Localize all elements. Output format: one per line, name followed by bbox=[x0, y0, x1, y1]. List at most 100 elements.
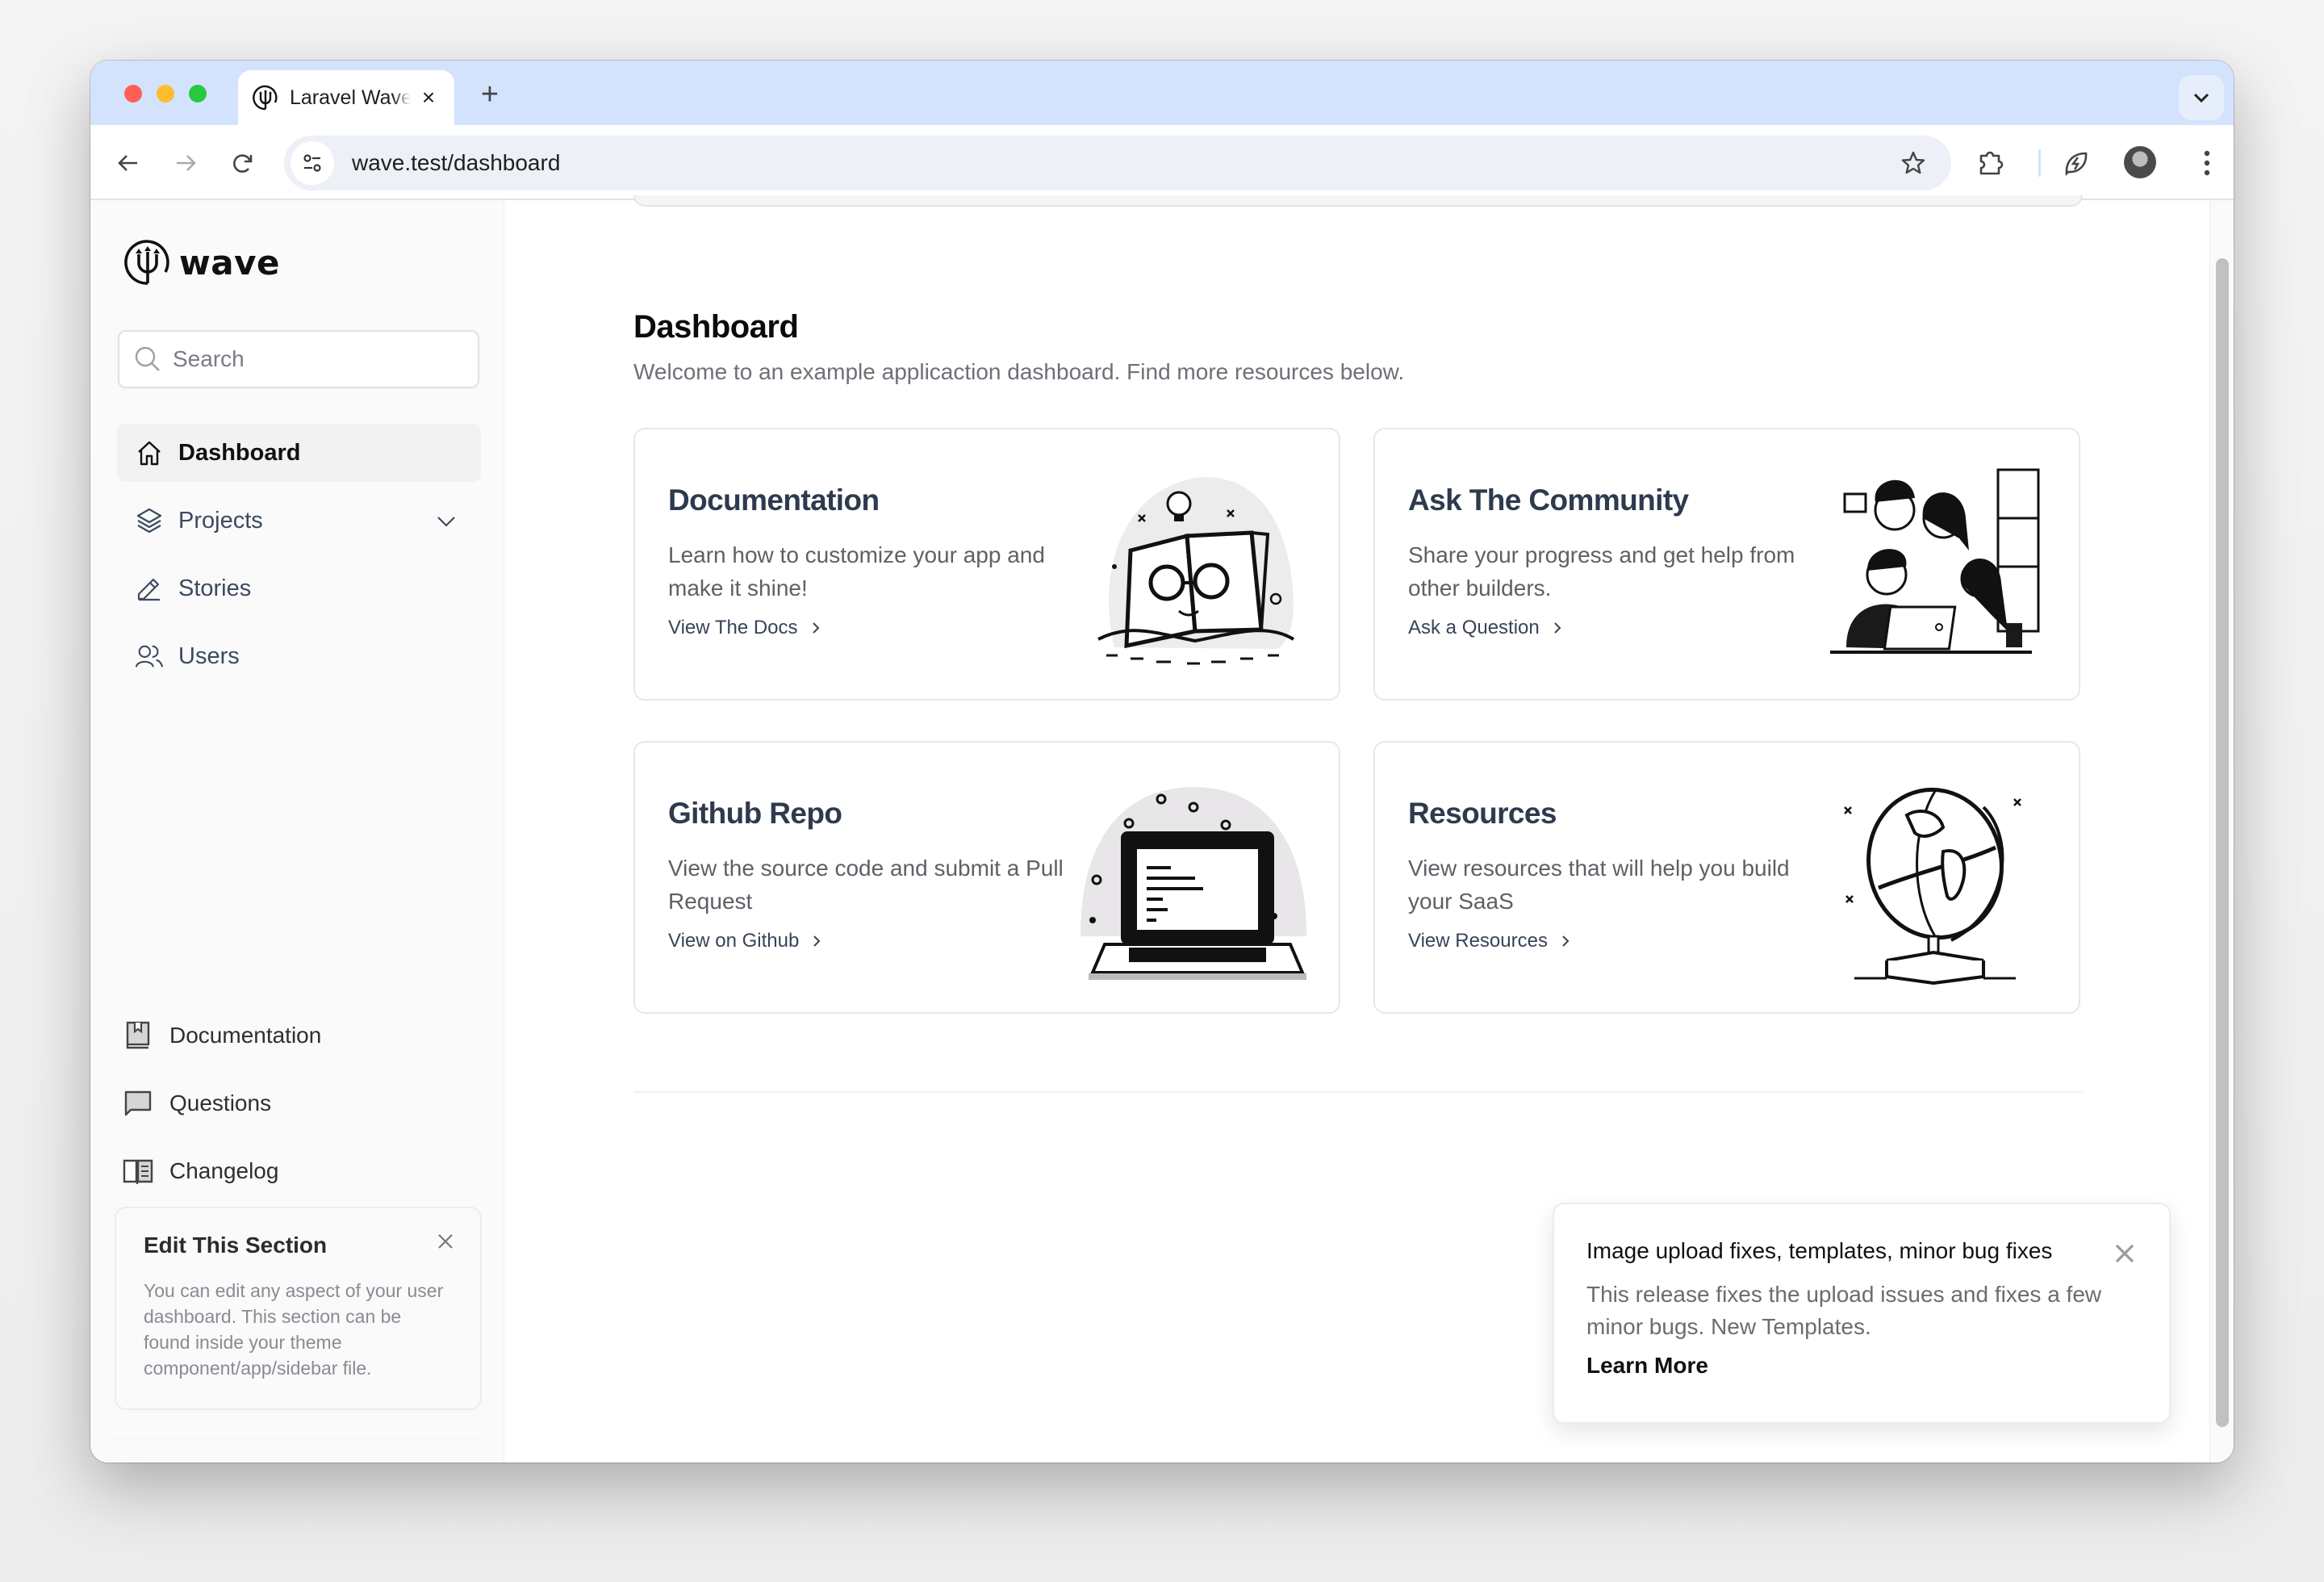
wave-trident-icon bbox=[253, 85, 278, 111]
open-book-icon bbox=[123, 1156, 153, 1186]
card-description: View the source code and submit a Pull R… bbox=[668, 856, 1064, 914]
wave-trident-icon bbox=[124, 240, 169, 285]
extension-button[interactable] bbox=[2058, 144, 2095, 182]
page-title: Dashboard bbox=[633, 309, 799, 345]
tab-close-icon[interactable]: × bbox=[417, 86, 440, 109]
minimize-window-button[interactable] bbox=[157, 85, 174, 103]
browser-window: Laravel Wave - The Software as a Service… bbox=[90, 61, 2234, 1463]
book-bookmark-icon bbox=[123, 1020, 153, 1051]
sidebar-link-label: Changelog bbox=[169, 1158, 279, 1183]
home-icon bbox=[135, 438, 164, 467]
sidebar-item-projects[interactable]: Projects bbox=[117, 492, 481, 550]
card-link-label: Ask a Question bbox=[1408, 617, 1540, 638]
search-icon bbox=[135, 346, 160, 371]
users-icon bbox=[135, 642, 164, 671]
browser-menu-button[interactable] bbox=[2188, 144, 2226, 182]
edit-section-title: Edit This Section bbox=[144, 1233, 328, 1258]
laptop-code-illustration bbox=[1080, 787, 1306, 980]
extensions-button[interactable] bbox=[1972, 144, 2009, 182]
sidebar-link-label: Documentation bbox=[169, 1023, 322, 1048]
browser-toolbar: wave.test/dashboard bbox=[90, 125, 2234, 200]
card-description: Learn how to customize your app and make… bbox=[668, 542, 1045, 601]
reload-button[interactable] bbox=[224, 144, 261, 182]
card-description: Share your progress and get help from ot… bbox=[1408, 542, 1795, 601]
chevron-right-icon bbox=[1562, 935, 1570, 947]
sidebar-item-users[interactable]: Users bbox=[117, 627, 481, 685]
card-description: View resources that will help you build … bbox=[1408, 856, 1790, 914]
user-menu[interactable]: Wave Admin bbox=[123, 1462, 478, 1463]
sidebar-item-label: Stories bbox=[178, 575, 252, 601]
card-link[interactable]: View The Docs bbox=[668, 617, 824, 639]
search-field[interactable] bbox=[118, 330, 479, 388]
sidebar-item-label: Users bbox=[178, 642, 240, 669]
card-link[interactable]: View on Github bbox=[668, 930, 825, 952]
reload-icon bbox=[233, 154, 253, 173]
sidebar-item-label: Projects bbox=[178, 507, 263, 534]
tab-strip: Laravel Wave - The Software as a Service… bbox=[90, 61, 2234, 125]
chevron-right-icon bbox=[812, 622, 819, 634]
chevron-right-icon bbox=[813, 935, 821, 947]
arrow-right-icon bbox=[177, 155, 196, 171]
layers-icon bbox=[135, 506, 164, 535]
card-title: Resources bbox=[1408, 797, 1557, 830]
logo[interactable]: wave bbox=[124, 239, 280, 286]
avatar[interactable] bbox=[2124, 146, 2156, 178]
star-icon bbox=[1901, 151, 1925, 174]
sidebar-link-documentation[interactable]: Documentation bbox=[123, 1011, 478, 1060]
scrollbar[interactable] bbox=[2209, 200, 2234, 1463]
card-link[interactable]: View Resources bbox=[1408, 930, 1574, 952]
url-text[interactable]: wave.test/dashboard bbox=[352, 150, 1893, 176]
sidebar-item-dashboard[interactable]: Dashboard bbox=[117, 424, 481, 482]
sidebar: wave Dashboard Projects bbox=[90, 200, 504, 1463]
card-title: Github Repo bbox=[668, 797, 842, 830]
globe-illustration bbox=[1844, 787, 2021, 985]
card-title: Documentation bbox=[668, 483, 880, 517]
bookmark-button[interactable] bbox=[1893, 143, 1933, 183]
toolbar-separator bbox=[2038, 149, 2041, 177]
edit-section-card: Edit This Section You can edit any aspec… bbox=[115, 1207, 482, 1410]
back-button[interactable] bbox=[110, 144, 147, 182]
toast-body: This release fixes the upload issues and… bbox=[1586, 1282, 2102, 1339]
puzzle-icon bbox=[1979, 151, 2004, 175]
edit-section-body: You can edit any aspect of your user das… bbox=[144, 1280, 444, 1379]
tab-search-button[interactable] bbox=[2179, 75, 2224, 120]
sidebar-item-label: Dashboard bbox=[178, 439, 301, 466]
card-documentation[interactable]: Documentation Learn how to customize you… bbox=[633, 428, 1340, 701]
card-link-label: View The Docs bbox=[668, 617, 798, 638]
card-github-repo[interactable]: Github Repo View the source code and sub… bbox=[633, 741, 1340, 1014]
learn-more-link[interactable]: Learn More bbox=[1586, 1353, 1708, 1379]
book-with-glasses-illustration bbox=[1097, 477, 1295, 665]
page-subtitle: Welcome to an example applicaction dashb… bbox=[633, 359, 1405, 384]
address-bar[interactable]: wave.test/dashboard bbox=[284, 136, 1951, 190]
leaf-bolt-icon bbox=[2065, 152, 2088, 176]
tab-title: Laravel Wave - The Software as a Service… bbox=[290, 86, 411, 109]
chevron-right-icon bbox=[1554, 622, 1561, 634]
search-input[interactable] bbox=[173, 346, 463, 372]
toast-title: Image upload fixes, templates, minor bug… bbox=[1586, 1238, 2053, 1263]
chevron-down-icon bbox=[2193, 93, 2209, 103]
scrollbar-thumb[interactable] bbox=[2216, 258, 2229, 1427]
arrow-left-icon bbox=[118, 155, 137, 171]
browser-tab[interactable]: Laravel Wave - The Software as a Service… bbox=[238, 70, 454, 125]
sidebar-link-questions[interactable]: Questions bbox=[123, 1079, 478, 1128]
card-ask-the-community[interactable]: Ask The Community Share your progress an… bbox=[1373, 428, 2080, 701]
sidebar-item-stories[interactable]: Stories bbox=[117, 559, 481, 617]
forward-button[interactable] bbox=[167, 144, 204, 182]
chevron-down-icon[interactable] bbox=[434, 509, 458, 534]
card-link[interactable]: Ask a Question bbox=[1408, 617, 1565, 639]
content-divider bbox=[633, 1091, 2083, 1093]
sidebar-link-changelog[interactable]: Changelog bbox=[123, 1147, 478, 1195]
pencil-icon bbox=[135, 574, 164, 603]
close-window-button[interactable] bbox=[124, 85, 142, 103]
site-info-button[interactable] bbox=[290, 141, 334, 185]
maximize-window-button[interactable] bbox=[189, 85, 207, 103]
chat-bubble-icon bbox=[123, 1088, 153, 1119]
new-tab-button[interactable]: + bbox=[474, 78, 506, 111]
card-resources[interactable]: Resources View resources that will help … bbox=[1373, 741, 2080, 1014]
people-with-laptop-illustration bbox=[1830, 468, 2040, 654]
close-icon[interactable] bbox=[435, 1231, 456, 1252]
close-icon[interactable] bbox=[2113, 1241, 2137, 1266]
logo-text: wave bbox=[179, 242, 281, 282]
card-link-label: View Resources bbox=[1408, 930, 1548, 952]
card-title: Ask The Community bbox=[1408, 483, 1689, 517]
